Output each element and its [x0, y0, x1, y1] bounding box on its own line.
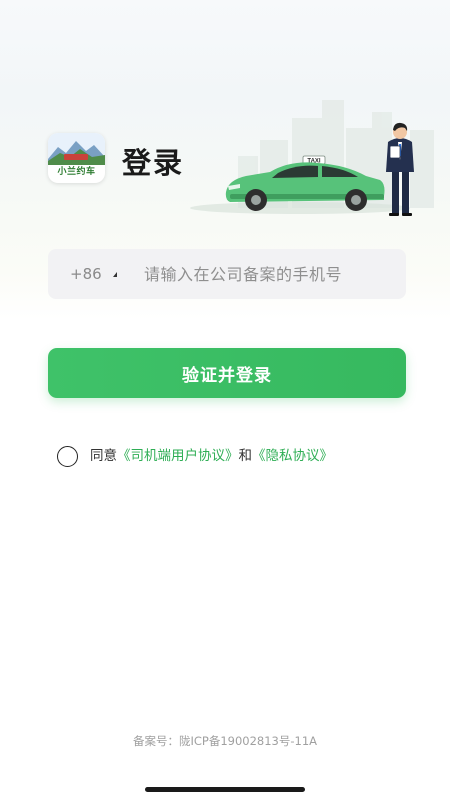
- dropdown-arrow-icon[interactable]: [113, 272, 117, 277]
- phone-input[interactable]: [144, 249, 400, 299]
- icp-record-number: 备案号：陇ICP备19002813号-11A: [132, 734, 318, 748]
- driver-agreement-link[interactable]: 《司机端用户协议》: [117, 448, 239, 464]
- privacy-policy-link[interactable]: 《隐私协议》: [252, 448, 333, 464]
- agreement-connector: 和: [238, 448, 253, 464]
- phone-field: +86: [48, 249, 406, 299]
- country-code-selector[interactable]: +86: [70, 249, 102, 299]
- home-indicator[interactable]: [145, 787, 305, 792]
- agreement-prefix: 同意: [90, 448, 117, 464]
- agreement-checkbox[interactable]: [57, 446, 78, 467]
- app-logo: 小兰约车: [48, 133, 105, 183]
- logo-text: 小兰约车: [57, 167, 96, 177]
- page-title: 登录: [122, 146, 185, 180]
- verify-login-button[interactable]: 验证并登录: [48, 348, 406, 398]
- agreement-text: 同意《司机端用户协议》和《隐私协议》: [90, 446, 333, 466]
